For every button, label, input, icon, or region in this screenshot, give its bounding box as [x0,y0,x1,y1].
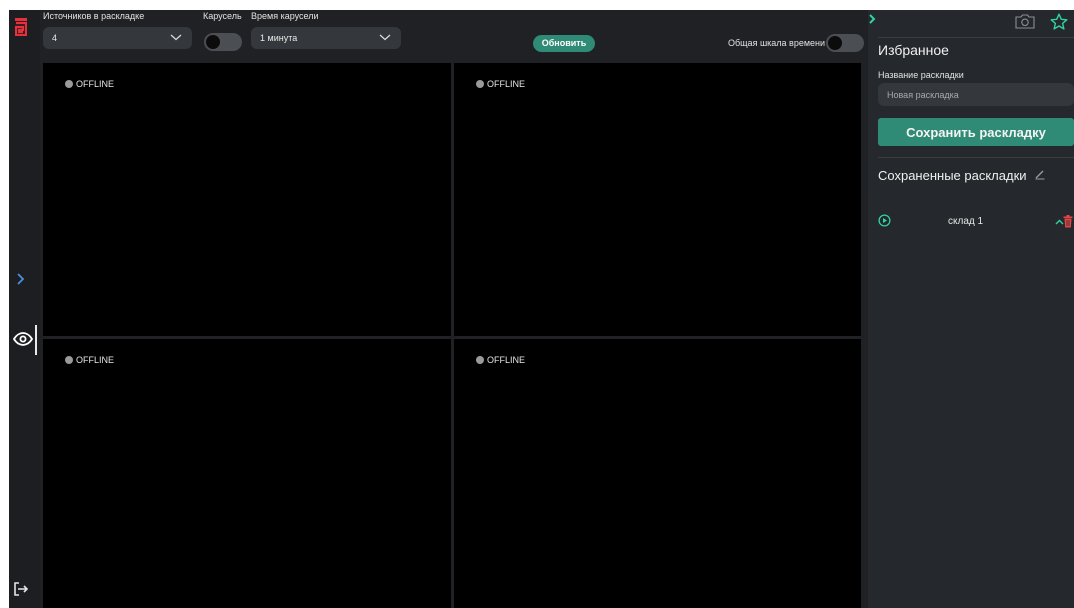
play-layout-button[interactable] [878,214,891,232]
expand-sidebar-button[interactable] [15,272,27,291]
status-dot [476,356,484,364]
offline-status: OFFLINE [65,79,114,89]
trash-icon [1063,215,1073,228]
left-rail [9,10,40,608]
divider [878,157,1074,158]
pencil-icon [1035,170,1045,180]
snapshot-button[interactable] [1015,14,1035,34]
carousel-label: Карусель [203,11,242,21]
favorites-panel: Избранное Название раскладки Сохранить р… [868,10,1074,608]
chevron-down-icon [170,34,182,41]
carousel-time-label: Время карусели [251,11,319,21]
sources-value: 4 [52,33,58,43]
status-dot [65,80,73,88]
favorite-button[interactable] [1050,13,1068,36]
divider [878,37,1074,38]
video-tile-2[interactable]: OFFLINE [454,63,861,336]
video-tile-4[interactable]: OFFLINE [454,339,861,608]
play-circle-icon [878,214,891,227]
collapse-panel-button[interactable] [868,12,882,28]
toggle-knob [206,35,220,49]
video-tile-3[interactable]: OFFLINE [43,339,451,608]
camera-icon [1015,14,1035,29]
offline-status: OFFLINE [476,355,525,365]
chevron-right-icon [17,273,25,285]
carousel-toggle[interactable] [204,33,242,51]
offline-status: OFFLINE [65,355,114,365]
app-logo-icon [14,18,28,41]
active-nav-indicator [35,325,37,355]
carousel-time-value: 1 минута [260,33,298,43]
offline-status: OFFLINE [476,79,525,89]
eye-icon [12,332,34,346]
logout-button[interactable] [13,582,29,601]
saved-layout-name: склад 1 [948,216,984,227]
sources-select[interactable]: 4 [43,27,192,49]
shared-timeline-label: Общая шкала времени [728,38,826,48]
delete-layout-button[interactable] [1063,215,1073,233]
saved-layouts-heading: Сохраненные раскладки [878,168,1046,183]
status-dot [476,80,484,88]
chevron-down-icon [379,34,391,41]
app-window: Источников в раскладке 4 Карусель Время … [9,10,1074,608]
saved-layouts-title: Сохраненные раскладки [878,168,1027,183]
status-text: OFFLINE [76,355,115,365]
toggle-knob [828,36,842,50]
sources-label: Источников в раскладке [43,11,145,21]
carousel-time-select[interactable]: 1 минута [251,27,401,49]
chevron-right-icon [869,14,876,24]
status-text: OFFLINE [487,79,526,89]
shared-timeline-toggle[interactable] [826,34,864,52]
status-text: OFFLINE [487,355,526,365]
status-dot [65,356,73,364]
video-tile-1[interactable]: OFFLINE [43,63,451,336]
star-icon [1050,13,1068,30]
logout-icon [14,582,29,596]
status-text: OFFLINE [76,79,115,89]
saved-layout-item[interactable]: склад 1 [878,214,1074,230]
panel-title: Избранное [878,42,949,58]
refresh-button[interactable]: Обновить [533,35,595,52]
save-layout-button[interactable]: Сохранить раскладку [878,118,1074,146]
layout-name-label: Название раскладки [878,70,964,80]
view-nav-item[interactable] [12,332,34,351]
layout-name-input[interactable] [878,83,1074,106]
edit-layouts-button[interactable] [1034,168,1046,183]
